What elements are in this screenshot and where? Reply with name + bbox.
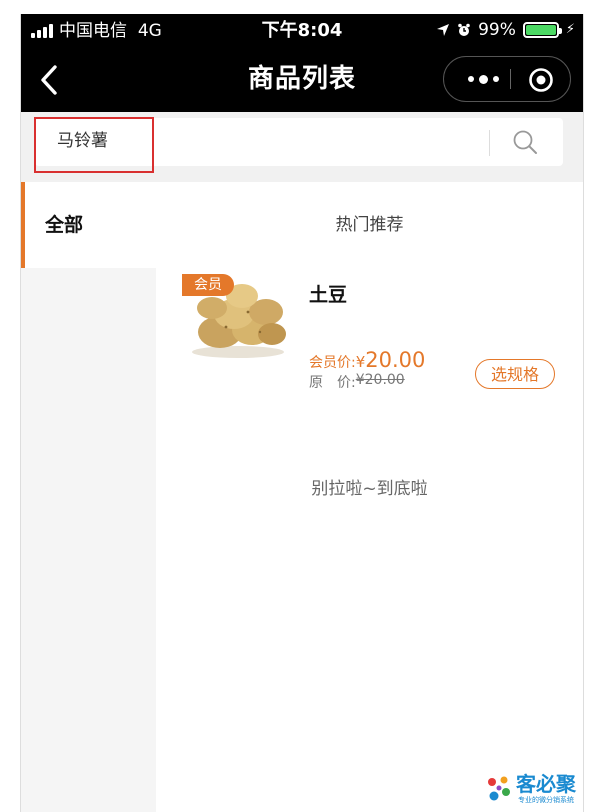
- original-price-value: ¥20.00: [355, 372, 405, 388]
- alarm-clock-icon: [458, 23, 470, 36]
- highlight-box: [34, 117, 154, 173]
- watermark-logo: 客必聚 专业的微分销系统: [484, 772, 594, 808]
- sidebar-item-all[interactable]: 全部: [21, 182, 156, 268]
- select-spec-button[interactable]: 选规格: [475, 359, 555, 389]
- member-badge: 会员: [182, 274, 234, 296]
- original-price: 原 价: ¥20.00: [309, 372, 405, 392]
- product-card[interactable]: 会员 土豆 会员价: ¥ 20.00 原 价: ¥20.00 选规格: [156, 262, 583, 392]
- capsule-divider: [510, 69, 511, 89]
- search-input[interactable]: 马铃薯: [34, 117, 563, 173]
- status-bar: 中国电信 4G 下午8:04 99% ⚡: [21, 14, 583, 48]
- nav-bar: 商品列表: [21, 48, 583, 112]
- original-price-label: 原 价:: [309, 375, 356, 391]
- search-icon[interactable]: [511, 128, 539, 156]
- close-target-icon[interactable]: [528, 67, 554, 93]
- section-title: 热门推荐: [335, 215, 404, 235]
- search-divider: [489, 130, 490, 156]
- currency-symbol: ¥: [355, 353, 366, 371]
- member-price-label: 会员价:: [309, 355, 356, 371]
- product-name[interactable]: 土豆: [309, 280, 347, 307]
- watermark-name: 客必聚: [516, 772, 576, 796]
- search-bar: 马铃薯: [21, 112, 583, 182]
- end-of-list-tip: 别拉啦~到底啦: [311, 479, 428, 499]
- battery-icon: [522, 22, 562, 38]
- battery-percent: 99%: [478, 20, 516, 40]
- category-sidebar: 全部: [21, 182, 156, 812]
- product-list: 热门推荐 会员 土豆 会员价: ¥ 20.00 原 价: ¥20.00 选规格 …: [156, 182, 583, 812]
- location-arrow-icon: [437, 24, 450, 36]
- member-price: 会员价: ¥ 20.00: [309, 348, 425, 372]
- brand-mark-icon: [488, 776, 510, 801]
- more-dots-icon[interactable]: [458, 57, 508, 101]
- member-price-value: 20.00: [365, 348, 426, 372]
- charging-bolt-icon: ⚡: [565, 22, 575, 37]
- miniprogram-capsule: [443, 56, 571, 102]
- watermark-slogan: 专业的微分销系统: [518, 796, 574, 804]
- phone-screen: 中国电信 4G 下午8:04 99% ⚡ 商品列表 马铃薯 全部 热门推荐 会员…: [20, 14, 584, 812]
- sidebar-item-label: 全部: [45, 214, 84, 236]
